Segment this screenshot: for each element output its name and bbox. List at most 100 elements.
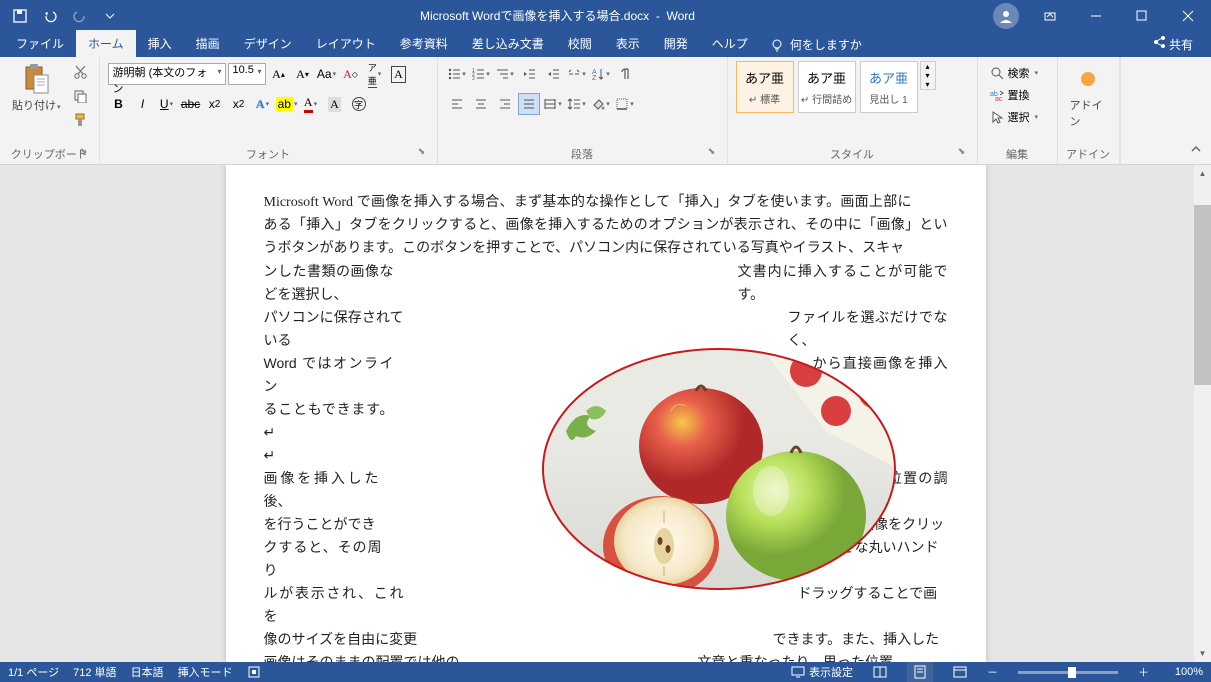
font-size-select[interactable]: 10.5 bbox=[228, 63, 266, 85]
tab-developer[interactable]: 開発 bbox=[652, 30, 700, 57]
line-spacing-button[interactable] bbox=[566, 93, 588, 115]
paragraph-launcher[interactable]: ⬊ bbox=[705, 146, 719, 160]
subscript-button[interactable]: x2 bbox=[204, 93, 226, 115]
char-border-button[interactable]: A bbox=[388, 63, 410, 85]
tab-insert[interactable]: 挿入 bbox=[136, 30, 184, 57]
cut-button[interactable] bbox=[69, 61, 91, 83]
group-editing: 検索 abac置換 選択 編集 bbox=[978, 57, 1058, 164]
tab-mailings[interactable]: 差し込み文書 bbox=[460, 30, 556, 57]
font-launcher[interactable]: ⬊ bbox=[415, 146, 429, 160]
tell-me-search[interactable]: 何をしますか bbox=[760, 32, 872, 57]
save-icon[interactable] bbox=[8, 4, 32, 28]
phonetic-guide-button[interactable]: ア亜 bbox=[364, 63, 386, 85]
shading-button[interactable] bbox=[590, 93, 612, 115]
account-avatar[interactable] bbox=[993, 3, 1019, 29]
maximize-icon[interactable] bbox=[1119, 0, 1165, 31]
align-right-button[interactable] bbox=[494, 93, 516, 115]
tab-review[interactable]: 校閲 bbox=[556, 30, 604, 57]
replace-button[interactable]: abac置換 bbox=[986, 85, 1034, 105]
group-paragraph: 123 AZ 段落⬊ bbox=[438, 57, 728, 164]
align-center-button[interactable] bbox=[470, 93, 492, 115]
underline-button[interactable]: U bbox=[156, 93, 178, 115]
styles-gallery-more[interactable]: ▴▾▾ bbox=[920, 61, 936, 90]
highlight-button[interactable]: ab bbox=[276, 93, 298, 115]
vertical-scrollbar[interactable]: ▲ ▼ bbox=[1194, 165, 1211, 662]
addin-button[interactable]: アドイン bbox=[1064, 59, 1113, 133]
paste-button[interactable]: 貼り付け bbox=[6, 59, 67, 117]
tab-view[interactable]: 表示 bbox=[604, 30, 652, 57]
tab-layout[interactable]: レイアウト bbox=[304, 30, 388, 57]
document-area[interactable]: Microsoft Word で画像を挿入する場合、まず基本的な操作として「挿入… bbox=[0, 165, 1211, 662]
increase-indent-button[interactable] bbox=[542, 63, 564, 85]
scroll-down-arrow[interactable]: ▼ bbox=[1194, 645, 1211, 662]
status-insert-mode[interactable]: 挿入モード bbox=[178, 664, 233, 680]
style-heading1[interactable]: あア亜見出し 1 bbox=[860, 61, 918, 113]
view-web-layout[interactable] bbox=[947, 662, 973, 682]
status-page[interactable]: 1/1 ページ bbox=[8, 664, 59, 680]
tab-references[interactable]: 参考資料 bbox=[388, 30, 460, 57]
distributed-button[interactable] bbox=[542, 93, 564, 115]
status-language[interactable]: 日本語 bbox=[131, 664, 164, 680]
tab-home[interactable]: ホーム bbox=[76, 30, 136, 57]
styles-launcher[interactable]: ⬊ bbox=[955, 146, 969, 160]
clear-format-button[interactable]: A◇ bbox=[340, 63, 362, 85]
change-case-button[interactable]: Aa bbox=[316, 63, 338, 85]
strikethrough-button[interactable]: abc bbox=[180, 93, 202, 115]
format-painter-button[interactable] bbox=[69, 109, 91, 131]
zoom-out-button[interactable]: － bbox=[987, 664, 998, 680]
bullets-button[interactable] bbox=[446, 63, 468, 85]
sort-button[interactable]: AZ bbox=[590, 63, 612, 85]
align-left-button[interactable] bbox=[446, 93, 468, 115]
share-button[interactable]: 共有 bbox=[1138, 31, 1207, 57]
title-bar: Microsoft Wordで画像を挿入する場合.docx - Word bbox=[0, 0, 1211, 31]
view-print-layout[interactable] bbox=[907, 662, 933, 682]
find-button[interactable]: 検索 bbox=[986, 63, 1043, 83]
asian-layout-button[interactable] bbox=[566, 63, 588, 85]
show-marks-button[interactable] bbox=[614, 63, 636, 85]
zoom-level[interactable]: 100% bbox=[1163, 666, 1203, 678]
shrink-font-button[interactable]: A▾ bbox=[292, 63, 314, 85]
decrease-indent-button[interactable] bbox=[518, 63, 540, 85]
close-icon[interactable] bbox=[1165, 0, 1211, 31]
collapse-ribbon-button[interactable] bbox=[1185, 138, 1207, 160]
zoom-in-button[interactable]: ＋ bbox=[1138, 664, 1149, 680]
style-nospacing[interactable]: あア亜↵ 行間詰め bbox=[798, 61, 856, 113]
paragraph-1[interactable]: Microsoft Word で画像を挿入する場合、まず基本的な操作として「挿入… bbox=[264, 191, 948, 662]
undo-icon[interactable] bbox=[38, 4, 62, 28]
select-button[interactable]: 選択 bbox=[986, 107, 1043, 127]
redo-icon[interactable] bbox=[68, 4, 92, 28]
tab-help[interactable]: ヘルプ bbox=[700, 30, 760, 57]
copy-button[interactable] bbox=[69, 85, 91, 107]
minimize-icon[interactable] bbox=[1073, 0, 1119, 31]
multilevel-list-button[interactable] bbox=[494, 63, 516, 85]
char-shading-button[interactable]: A bbox=[324, 93, 346, 115]
qat-customize-icon[interactable] bbox=[98, 4, 122, 28]
style-normal[interactable]: あア亜↵ 標準 bbox=[736, 61, 794, 113]
scroll-thumb[interactable] bbox=[1194, 205, 1211, 385]
italic-button[interactable]: I bbox=[132, 93, 154, 115]
borders-button[interactable] bbox=[614, 93, 636, 115]
numbering-button[interactable]: 123 bbox=[470, 63, 492, 85]
tab-file[interactable]: ファイル bbox=[4, 30, 76, 57]
copy-icon bbox=[73, 89, 87, 103]
justify-button[interactable] bbox=[518, 93, 540, 115]
tab-design[interactable]: デザイン bbox=[232, 30, 304, 57]
bold-button[interactable]: B bbox=[108, 93, 130, 115]
display-settings[interactable]: 表示設定 bbox=[791, 664, 853, 680]
enclose-char-button[interactable]: 字 bbox=[348, 93, 370, 115]
clipboard-launcher[interactable]: ⬊ bbox=[77, 146, 91, 160]
font-color-button[interactable]: A bbox=[300, 93, 322, 115]
paste-icon bbox=[20, 63, 52, 95]
grow-font-button[interactable]: A▴ bbox=[268, 63, 290, 85]
zoom-slider[interactable] bbox=[1018, 671, 1118, 674]
page[interactable]: Microsoft Word で画像を挿入する場合、まず基本的な操作として「挿入… bbox=[226, 165, 986, 662]
superscript-button[interactable]: x2 bbox=[228, 93, 250, 115]
font-name-select[interactable]: 游明朝 (本文のフォン bbox=[108, 63, 226, 85]
text-effects-button[interactable]: A bbox=[252, 93, 274, 115]
status-macro-icon[interactable] bbox=[247, 665, 261, 679]
status-words[interactable]: 712 単語 bbox=[73, 664, 116, 680]
view-read-mode[interactable] bbox=[867, 662, 893, 682]
tab-draw[interactable]: 描画 bbox=[184, 30, 232, 57]
scroll-up-arrow[interactable]: ▲ bbox=[1194, 165, 1211, 182]
ribbon-display-icon[interactable] bbox=[1027, 0, 1073, 31]
